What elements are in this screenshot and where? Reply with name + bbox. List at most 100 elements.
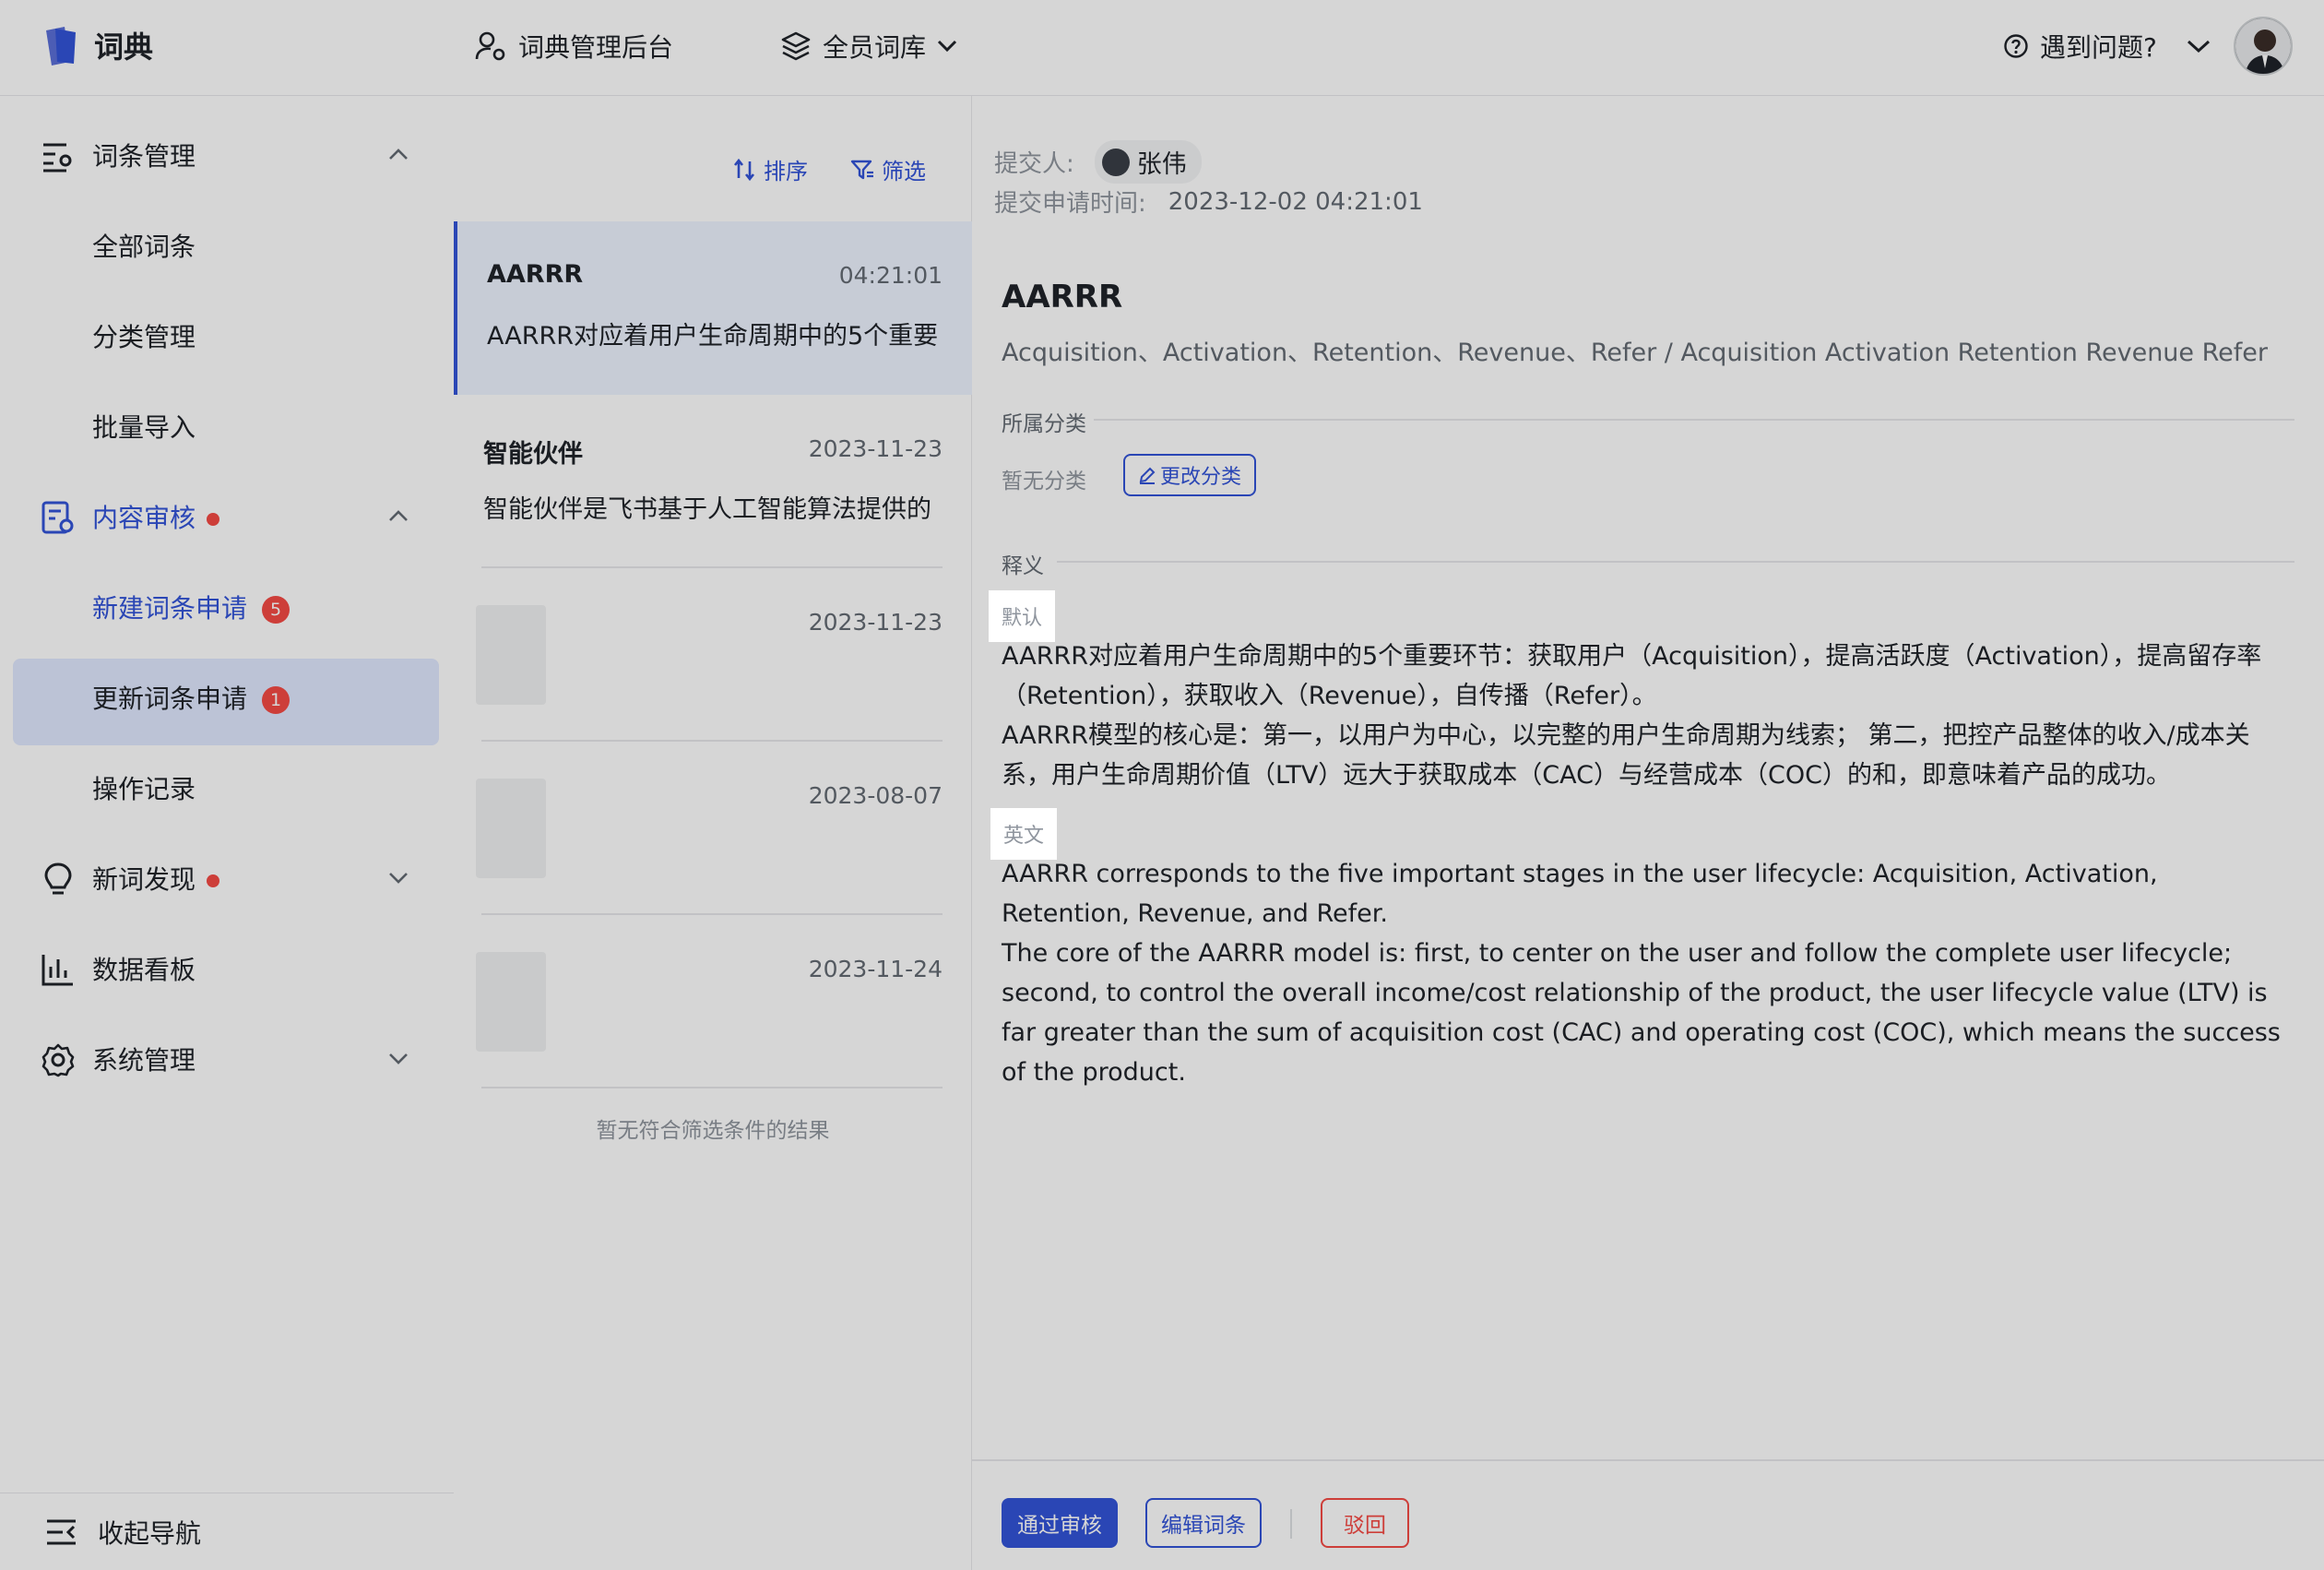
divider xyxy=(1094,419,2294,421)
top-header: 词典 词典管理后台 全员词库 遇到问题? xyxy=(0,0,2324,96)
sidebar-item-update-entry-requests[interactable]: 更新词条申请 1 xyxy=(0,653,454,742)
sidebar-item-bulk-import[interactable]: 批量导入 xyxy=(0,382,454,470)
entry-aliases: Acquisition、Activation、Retention、Revenue… xyxy=(1002,339,2268,367)
nav-label: 批量导入 xyxy=(92,412,196,443)
reject-button[interactable]: 驳回 xyxy=(1321,1498,1409,1548)
chevron-down-icon xyxy=(389,873,408,884)
definition-default-text: AARRR对应着用户生命周期中的5个重要环节：获取用户（Acquisition）… xyxy=(1002,636,2293,795)
nav-label: 更新词条申请 1 xyxy=(92,679,290,716)
nav-label: 数据看板 xyxy=(92,955,196,985)
filter-label: 筛选 xyxy=(882,159,926,184)
change-category-button[interactable]: 更改分类 xyxy=(1123,454,1257,496)
list-item-time: 2023-11-23 xyxy=(808,435,943,462)
submit-time-value: 2023-12-02 04:21:01 xyxy=(1168,187,1423,216)
default-language-tag: 默认 xyxy=(989,590,1056,642)
avatar xyxy=(1101,148,1130,176)
submit-time-row: 提交申请时间: 2023-12-02 04:21:01 xyxy=(994,184,1423,219)
filter-button[interactable]: 筛选 xyxy=(850,153,926,185)
nav-group-entry-manage[interactable]: 词条管理 xyxy=(0,111,454,199)
list-item[interactable]: AARRR 04:21:01 AARRR对应着用户生命周期中的5个重要 xyxy=(454,221,972,395)
user-settings-icon xyxy=(475,31,505,61)
nav-label: 新建词条申请 5 xyxy=(92,589,290,625)
entry-title: AARRR xyxy=(1002,279,1123,315)
book-logo-icon xyxy=(46,27,76,65)
nav-label: 操作记录 xyxy=(92,774,196,804)
sidebar: 词条管理 全部词条 分类管理 批量导入 内容审核 新建词条申请 5 更新词条申请… xyxy=(0,96,454,1570)
collapse-nav-icon xyxy=(47,1519,76,1544)
list-item[interactable]: 2023-08-07 xyxy=(454,742,972,915)
sidebar-item-all-entries[interactable]: 全部词条 xyxy=(0,201,454,290)
definition-paragraph: AARRR corresponds to the five important … xyxy=(1002,860,2158,928)
entry-manage-icon xyxy=(43,143,72,172)
gear-icon xyxy=(42,1043,75,1077)
sort-icon xyxy=(733,158,755,181)
nav-label: 分类管理 xyxy=(92,322,196,352)
divider xyxy=(1057,561,2294,563)
notification-dot xyxy=(207,513,220,526)
nav-label: 内容审核 xyxy=(92,498,220,535)
empty-result-hint: 暂无符合筛选条件的结果 xyxy=(596,1119,830,1143)
sort-button[interactable]: 排序 xyxy=(732,153,808,185)
app-title: 词典 xyxy=(94,30,154,65)
list-item-time: 04:21:01 xyxy=(838,262,943,289)
layers-icon xyxy=(781,31,811,61)
help-label: 遇到问题? xyxy=(2040,32,2157,63)
loading-placeholder xyxy=(476,605,546,705)
count-badge: 1 xyxy=(262,686,290,714)
request-list-panel: 排序 筛选 AARRR 04:21:01 AARRR对应着用户生命周期中的5个重… xyxy=(454,96,972,1570)
admin-console-label: 词典管理后台 xyxy=(518,32,674,63)
english-language-tag: 英文 xyxy=(990,808,1058,860)
list-item[interactable]: 2023-11-23 xyxy=(454,568,972,742)
chevron-down-icon xyxy=(937,40,957,53)
new-entry-label: 新建词条申请 xyxy=(92,593,248,624)
edit-entry-button[interactable]: 编辑词条 xyxy=(1145,1498,1262,1548)
bulb-icon xyxy=(44,862,72,895)
library-switcher[interactable]: 全员词库 xyxy=(780,28,957,65)
nav-group-new-words[interactable]: 新词发现 xyxy=(0,834,454,922)
change-category-label: 更改分类 xyxy=(1160,466,1242,489)
approve-button[interactable]: 通过审核 xyxy=(1002,1498,1118,1548)
definition-paragraph: AARRR模型的核心是：第一，以用户为中心，以完整的用户生命周期为线索； 第二，… xyxy=(1002,721,2250,790)
definition-english-text: AARRR corresponds to the five important … xyxy=(1002,854,2293,1092)
app-logo[interactable]: 词典 xyxy=(42,24,153,66)
divider xyxy=(1290,1509,1292,1539)
admin-console-link[interactable]: 词典管理后台 xyxy=(474,28,673,65)
nav-group-content-review[interactable]: 内容审核 xyxy=(0,472,454,561)
edit-icon xyxy=(1139,467,1156,484)
definition-paragraph: AARRR对应着用户生命周期中的5个重要环节：获取用户（Acquisition）… xyxy=(1002,642,2262,710)
list-item[interactable]: 2023-11-24 xyxy=(454,915,972,1088)
sidebar-item-new-entry-requests[interactable]: 新建词条申请 5 xyxy=(0,563,454,651)
nav-label: 全部词条 xyxy=(92,232,196,262)
user-avatar[interactable] xyxy=(2234,17,2293,76)
bar-chart-icon xyxy=(42,955,73,986)
help-menu[interactable]: 遇到问题? xyxy=(2003,28,2211,65)
list-item-desc: AARRR对应着用户生命周期中的5个重要 xyxy=(487,322,939,351)
nav-item-dashboard[interactable]: 数据看板 xyxy=(0,924,454,1013)
chevron-up-icon xyxy=(389,149,408,160)
sidebar-item-operation-log[interactable]: 操作记录 xyxy=(0,743,454,832)
content-review-icon xyxy=(42,501,74,534)
definition-section-label: 释义 xyxy=(1002,554,1044,578)
loading-placeholder xyxy=(476,952,546,1052)
list-item-time: 2023-11-23 xyxy=(808,609,943,636)
nav-label: 新词发现 xyxy=(92,860,220,897)
nav-label: 系统管理 xyxy=(92,1045,196,1076)
collapse-nav-button[interactable]: 收起导航 xyxy=(0,1493,454,1570)
library-label: 全员词库 xyxy=(823,32,927,63)
loading-placeholder xyxy=(476,779,546,878)
category-empty-text: 暂无分类 xyxy=(1002,470,1086,494)
sidebar-item-category[interactable]: 分类管理 xyxy=(0,291,454,380)
submitter-tag[interactable]: 张伟 xyxy=(1094,140,1202,184)
filter-icon xyxy=(850,160,873,179)
list-item[interactable]: 智能伙伴 2023-11-23 智能伙伴是飞书基于人工智能算法提供的 xyxy=(454,395,972,568)
list-item-title: 智能伙伴 xyxy=(483,440,583,469)
app-root: 词典 词典管理后台 全员词库 遇到问题? 词条管理 全部词条 分类管理 批量导入… xyxy=(0,0,2324,1570)
nav-group-system[interactable]: 系统管理 xyxy=(0,1015,454,1103)
action-bar: 通过审核 编辑词条 驳回 xyxy=(972,1459,2324,1570)
submitter-label: 提交人: xyxy=(994,150,1074,178)
list-item-time: 2023-11-24 xyxy=(808,956,943,982)
collapse-nav-label: 收起导航 xyxy=(98,1517,202,1549)
avatar-icon xyxy=(2235,18,2291,74)
sort-label: 排序 xyxy=(764,159,808,184)
update-entry-label: 更新词条申请 xyxy=(92,684,248,714)
